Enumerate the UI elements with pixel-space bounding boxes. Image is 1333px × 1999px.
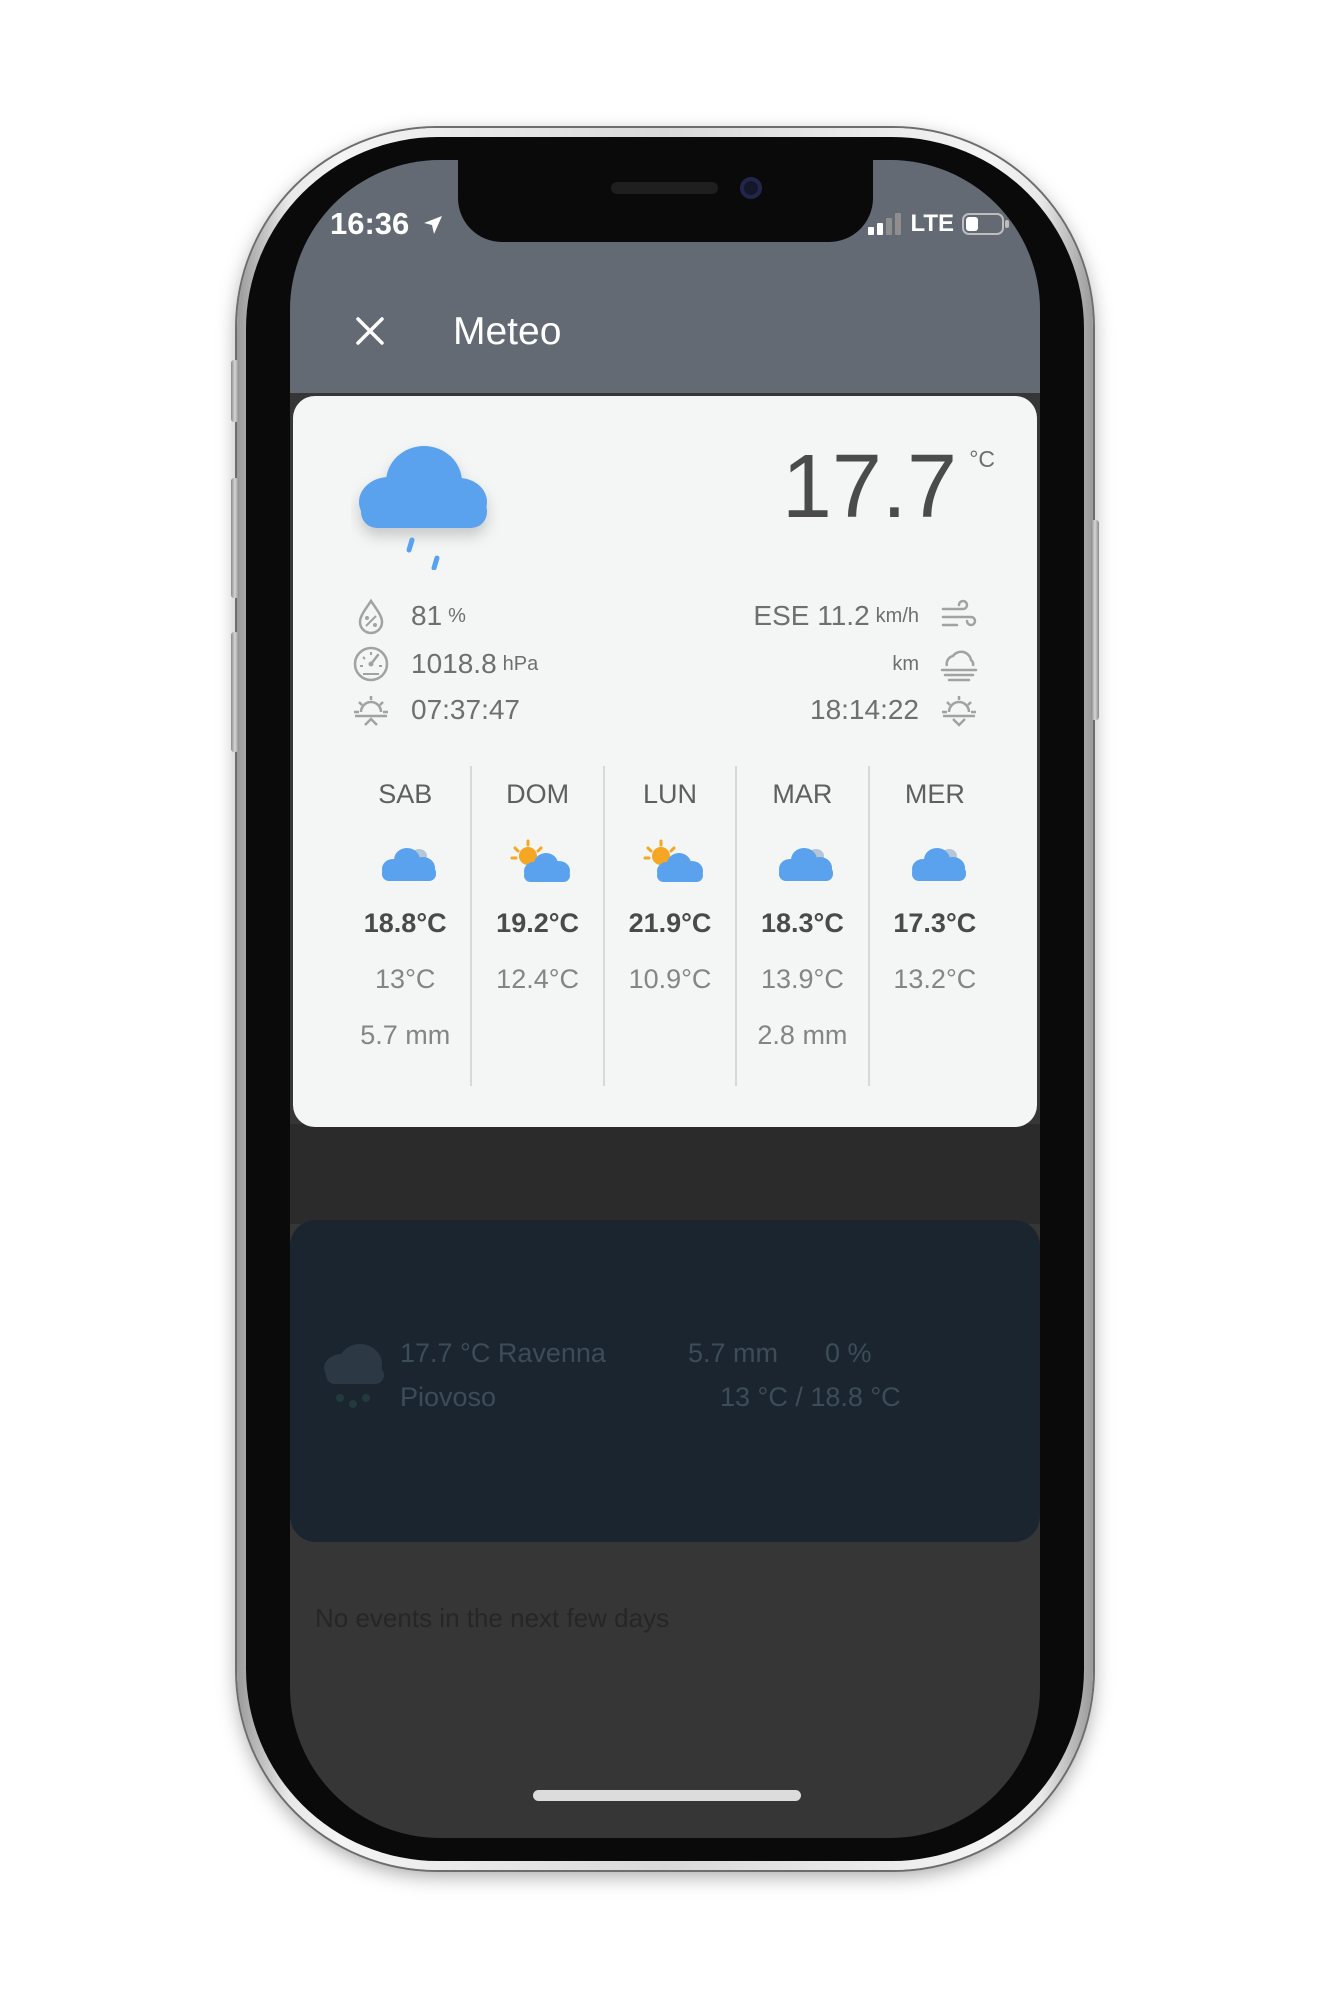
wind-icon: [941, 599, 977, 627]
sun-cloud-icon: [643, 839, 703, 882]
wind-row: ESE 11.2 km/h: [753, 596, 979, 636]
network-label: LTE: [910, 210, 954, 237]
forecast-max-temp: 18.3°C: [760, 908, 844, 938]
notch: [458, 160, 873, 242]
sunset-row: 18:14:22: [810, 690, 979, 730]
volume-down-button: [231, 632, 239, 752]
sunset-icon: [942, 696, 976, 727]
humidity-row: 81 %: [351, 596, 466, 636]
close-button[interactable]: [348, 309, 392, 353]
mute-switch: [231, 360, 239, 422]
sun-cloud-icon: [510, 839, 571, 882]
humidity-unit: %: [448, 604, 466, 627]
speaker: [611, 182, 718, 194]
forecast-day: SAB 18.8°C 13°C 5.7 mm: [340, 766, 470, 1086]
sunset-time: 18:14:22: [810, 694, 919, 725]
visibility-unit: km: [892, 652, 919, 675]
close-icon: [356, 317, 384, 345]
background-card-subtitle: Piovoso: [400, 1382, 497, 1412]
forecast-day: MAR 18.3°C 13.9°C 2.8 mm: [735, 766, 867, 1086]
forecast-day-name: SAB: [378, 779, 433, 809]
wind-unit: km/h: [875, 604, 919, 627]
background-weather-card[interactable]: 17.7 °C Ravenna Piovoso 5.7 mm 0 % 13 °C…: [290, 1220, 1040, 1542]
sunrise-time: 07:37:47: [411, 694, 520, 725]
rain-cloud-icon: [359, 446, 487, 570]
forecast-max-temp: 19.2°C: [496, 908, 580, 938]
humidity-drop-icon: [358, 598, 384, 635]
forecast-day: LUN 21.9°C 10.9°C: [602, 766, 735, 1086]
current-temperature: 17.7: [781, 437, 957, 537]
page-title: Meteo: [453, 310, 562, 353]
background-strip: [290, 1124, 1040, 1224]
visibility-row: km: [886, 644, 979, 684]
pressure-gauge-icon: [353, 646, 389, 682]
cloud-icon: [779, 848, 834, 881]
home-indicator[interactable]: [533, 1790, 801, 1801]
background-card-rain: 5.7 mm: [688, 1338, 779, 1368]
sunrise-icon: [354, 696, 388, 726]
status-right: LTE: [868, 210, 1010, 238]
forecast-day: DOM 19.2°C 12.4°C: [470, 766, 602, 1086]
front-camera: [740, 177, 762, 199]
fog-icon: [940, 650, 978, 682]
cloud-icon: [911, 848, 966, 881]
forecast-day-name: MAR: [772, 779, 833, 809]
forecast: SAB 18.8°C 13°C 5.7 mm DOM 19.2°C 12.4°C…: [340, 766, 1000, 1086]
signal-icon: [868, 213, 902, 235]
forecast-rain: 5.7 mm: [360, 1020, 451, 1050]
sunrise-row: 07:37:47: [351, 690, 520, 730]
background-card-title: 17.7 °C Ravenna: [400, 1338, 606, 1368]
forecast-min-temp: 12.4°C: [496, 964, 580, 994]
volume-up-button: [231, 478, 239, 598]
background-card-minmax: 13 °C / 18.8 °C: [720, 1382, 901, 1412]
pressure-unit: hPa: [502, 652, 539, 675]
humidity-value: 81: [411, 600, 443, 631]
background-card-rain-prob: 0 %: [825, 1338, 872, 1368]
battery-icon: [962, 213, 1009, 235]
forecast-max-temp: 18.8°C: [363, 908, 447, 938]
background-rain-icon: [324, 1344, 384, 1408]
forecast-min-temp: 10.9°C: [628, 964, 712, 994]
weather-modal: 17.7 °C 81 % 1018.8 hPa 07:37:47 ESE 11.…: [293, 396, 1037, 1127]
forecast-max-temp: 21.9°C: [628, 908, 712, 938]
forecast-day-name: DOM: [506, 779, 570, 809]
pressure-row: 1018.8 hPa: [351, 644, 538, 684]
status-time-text: 16:36: [330, 206, 410, 241]
forecast-min-temp: 13°C: [375, 964, 436, 994]
cloud-icon: [382, 848, 436, 881]
forecast-max-temp: 17.3°C: [893, 908, 977, 938]
no-events-text: No events in the next few days: [315, 1603, 670, 1633]
temperature-unit: °C: [969, 446, 995, 472]
forecast-min-temp: 13.2°C: [893, 964, 977, 994]
status-time: 16:36: [330, 206, 444, 242]
forecast-day-name: MER: [904, 779, 965, 809]
pressure-value: 1018.8: [411, 648, 497, 679]
forecast-day-name: LUN: [643, 779, 698, 809]
phone-screen: 17.7 °C Ravenna Piovoso 5.7 mm 0 % 13 °C…: [290, 160, 1040, 1838]
forecast-rain: 2.8 mm: [757, 1020, 848, 1050]
forecast-day: MER 17.3°C 13.2°C: [867, 766, 1000, 1086]
wind-value: ESE 11.2: [753, 600, 870, 631]
forecast-min-temp: 13.9°C: [760, 964, 844, 994]
location-arrow-icon: [423, 216, 442, 234]
power-button: [1091, 520, 1099, 720]
